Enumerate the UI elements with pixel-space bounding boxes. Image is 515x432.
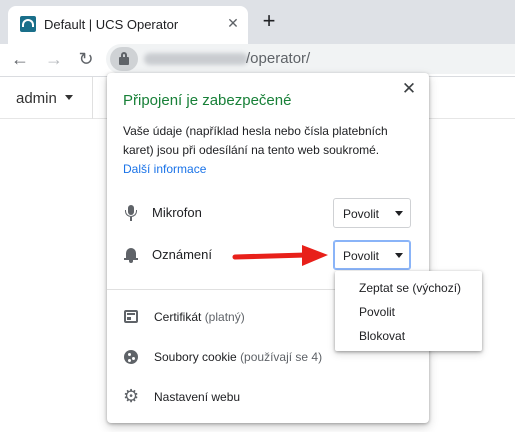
bell-icon	[123, 247, 139, 263]
option-ask-default-label: Zeptat se (výchozí)	[359, 281, 462, 295]
connection-description: Vaše údaje (například hesla nebo čísla p…	[123, 124, 388, 157]
certificate-detail: (platný)	[204, 310, 245, 324]
url-host-redacted	[144, 53, 248, 65]
option-block[interactable]: Blokovat	[335, 324, 482, 348]
site-settings-row[interactable]: ⚙ Nastavení webu	[107, 382, 429, 412]
certificate-label: Certifikát (platný)	[154, 310, 245, 324]
cookies-detail: (používají se 4)	[240, 350, 323, 364]
certificate-text: Certifikát	[154, 310, 202, 324]
browser-tab[interactable]: Default | UCS Operator ✕	[8, 6, 248, 44]
caret-down-icon	[395, 253, 403, 258]
cookies-label: Soubory cookie (používají se 4)	[154, 350, 322, 364]
url-path: /operator/	[246, 50, 311, 67]
option-ask-default[interactable]: Zeptat se (výchozí)	[335, 276, 482, 300]
site-favicon-icon	[20, 16, 36, 32]
browser-toolbar: ← → ↻ /operator/	[0, 44, 515, 76]
notifications-permission-select[interactable]: Povolit	[333, 240, 411, 270]
cookies-text: Soubory cookie	[154, 350, 237, 364]
tab-close-icon[interactable]: ✕	[225, 15, 241, 31]
certificate-icon	[123, 309, 139, 325]
permission-label-microphone: Mikrofon	[152, 205, 202, 220]
user-menu-label: admin	[16, 90, 57, 107]
address-bar[interactable]: /operator/	[106, 44, 515, 74]
header-divider	[92, 77, 93, 119]
connection-secure-title: Připojení je zabezpečené	[123, 92, 292, 109]
annotation-arrow-icon	[232, 245, 328, 266]
gear-icon: ⚙	[123, 386, 140, 406]
tab-strip: Default | UCS Operator ✕ +	[0, 0, 515, 44]
learn-more-link[interactable]: Další informace	[123, 162, 206, 176]
permission-row-microphone: Mikrofon Povolit	[107, 197, 429, 229]
permission-label-notifications: Oznámení	[152, 247, 212, 262]
tab-title: Default | UCS Operator	[44, 17, 179, 32]
reload-icon[interactable]: ↻	[74, 47, 98, 71]
caret-down-icon	[395, 211, 403, 216]
cookie-icon	[123, 349, 139, 365]
close-icon[interactable]: ✕	[399, 79, 419, 99]
site-settings-label: Nastavení webu	[154, 390, 241, 404]
new-tab-button[interactable]: +	[258, 9, 280, 35]
microphone-permission-value: Povolit	[343, 207, 380, 221]
microphone-permission-select[interactable]: Povolit	[333, 198, 411, 228]
notifications-permission-value: Povolit	[343, 249, 380, 263]
forward-arrow-icon[interactable]: →	[42, 47, 66, 71]
microphone-icon	[123, 205, 139, 221]
option-block-label: Blokovat	[359, 329, 406, 343]
lock-icon[interactable]	[110, 47, 138, 71]
back-arrow-icon[interactable]: ←	[8, 47, 32, 71]
user-menu[interactable]: admin	[16, 90, 73, 107]
option-allow-label: Povolit	[359, 305, 396, 319]
option-allow[interactable]: Povolit	[335, 300, 482, 324]
notifications-permission-dropdown: Zeptat se (výchozí) Povolit Blokovat	[335, 271, 482, 351]
caret-down-icon	[64, 95, 73, 100]
